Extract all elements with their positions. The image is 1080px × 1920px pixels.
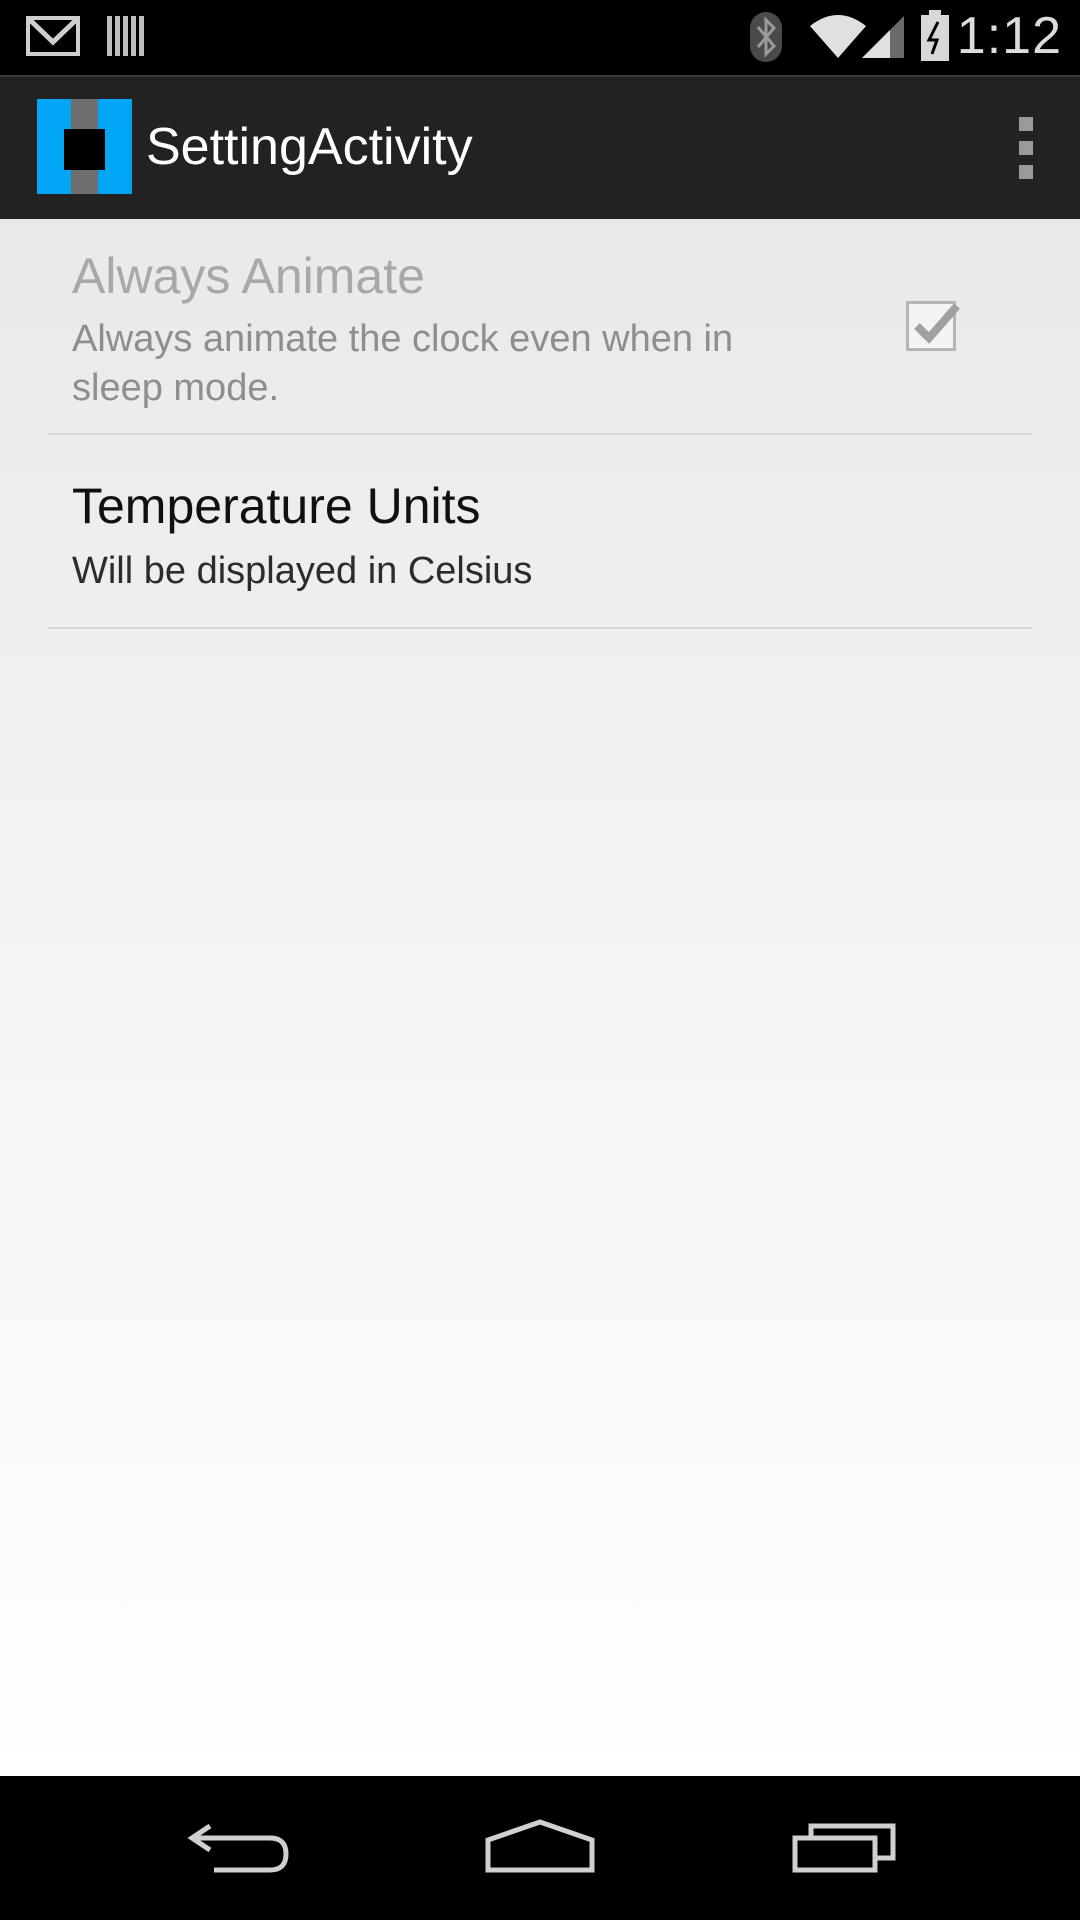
bluetooth-icon xyxy=(750,12,782,62)
nav-bar xyxy=(0,1776,1080,1920)
pref-summary: Always animate the clock even when in sl… xyxy=(72,318,734,409)
recents-icon[interactable] xyxy=(775,1806,915,1896)
app-icon[interactable] xyxy=(37,99,132,194)
page-title: SettingActivity xyxy=(146,118,473,176)
status-bar: 1:12 xyxy=(0,0,1080,75)
home-icon[interactable] xyxy=(470,1806,610,1896)
gmail-icon xyxy=(26,16,80,56)
preferences-list: Always Animate Always animate the clock … xyxy=(0,219,1080,1776)
always-animate-checkbox[interactable] xyxy=(906,301,961,351)
wifi-icon xyxy=(810,15,866,58)
app-icon-screen xyxy=(64,129,105,170)
checkmark-icon xyxy=(914,303,961,344)
screen: 1:12 SettingActivity Always Animate Alwa… xyxy=(0,0,1080,1920)
pref-temperature-units[interactable]: Temperature Units Will be displayed in C… xyxy=(48,435,1032,629)
pref-summary: Will be displayed in Celsius xyxy=(72,550,533,592)
back-icon[interactable] xyxy=(170,1806,310,1896)
overflow-menu-icon[interactable] xyxy=(1010,117,1040,179)
pref-title: Temperature Units xyxy=(72,478,481,534)
barcode-icon xyxy=(107,16,144,56)
pref-always-animate[interactable]: Always Animate Always animate the clock … xyxy=(48,219,1032,435)
action-bar: SettingActivity xyxy=(0,75,1080,219)
battery-charging-icon xyxy=(921,10,949,61)
signal-icon xyxy=(862,16,904,58)
pref-title: Always Animate xyxy=(72,248,425,304)
status-time: 1:12 xyxy=(956,7,1062,65)
